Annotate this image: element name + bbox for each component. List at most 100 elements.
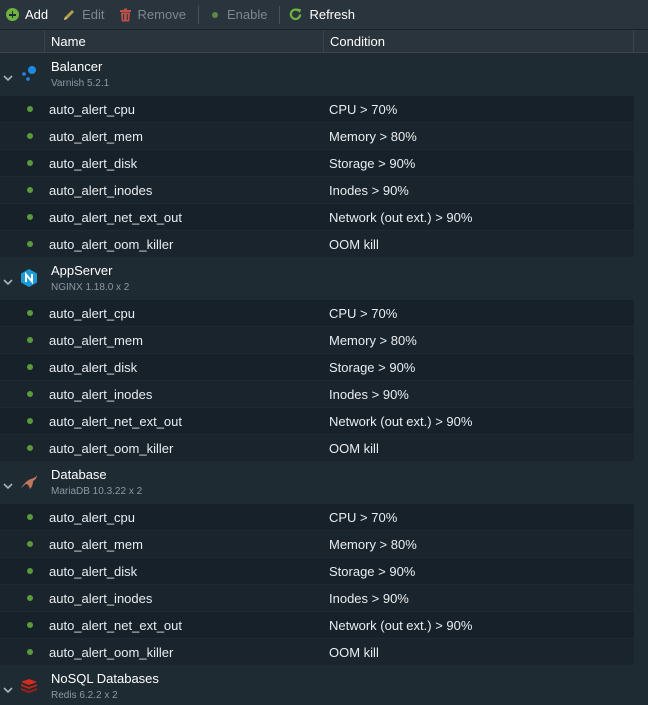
alert-name: auto_alert_inodes	[49, 183, 153, 198]
alert-condition: CPU > 70%	[329, 306, 398, 321]
status-dot-icon	[27, 595, 33, 601]
alert-condition: Storage > 90%	[329, 360, 416, 375]
alert-condition: Inodes > 90%	[329, 387, 409, 402]
alert-condition: Network (out ext.) > 90%	[329, 618, 473, 633]
alert-name: auto_alert_cpu	[49, 510, 136, 525]
group-alerts: auto_alert_cpu CPU > 70% auto_alert_mem Mem…	[0, 96, 648, 258]
alert-condition: OOM kill	[329, 645, 379, 660]
table-row[interactable]: auto_alert_net_ext_out Network (out ext.)…	[0, 408, 634, 435]
alert-condition: Inodes > 90%	[329, 183, 409, 198]
column-header-name[interactable]: Name	[44, 30, 323, 53]
group-title: NoSQL Databases	[51, 671, 159, 686]
group-subtitle: NGINX 1.18.0 x 2	[51, 282, 130, 293]
table-row[interactable]: auto_alert_cpu CPU > 70%	[0, 504, 634, 531]
grid-header: Name Condition	[0, 30, 648, 53]
alert-name: auto_alert_net_ext_out	[49, 618, 182, 633]
trash-icon	[119, 8, 131, 21]
group-row-balancer[interactable]: Balancer Varnish 5.2.1	[0, 54, 648, 96]
table-row[interactable]: auto_alert_disk Storage > 90%	[0, 354, 634, 381]
edit-button[interactable]: Edit	[56, 0, 112, 30]
status-dot-icon	[27, 337, 33, 343]
status-dot-icon	[27, 622, 33, 628]
refresh-icon	[290, 8, 302, 21]
edit-label: Edit	[82, 7, 105, 22]
table-row[interactable]: auto_alert_inodes Inodes > 90%	[0, 381, 634, 408]
chevron-down-icon[interactable]	[3, 682, 13, 694]
alert-condition: Memory > 80%	[329, 129, 417, 144]
alerts-grid: Balancer Varnish 5.2.1 auto_alert_cpu CPU >…	[0, 54, 648, 705]
status-dot-icon	[27, 568, 33, 574]
status-dot-icon	[27, 391, 33, 397]
table-row[interactable]: auto_alert_inodes Inodes > 90%	[0, 177, 634, 204]
alert-name: auto_alert_disk	[49, 360, 138, 375]
refresh-button[interactable]: Refresh	[284, 0, 363, 30]
table-row[interactable]: auto_alert_oom_killer OOM kill	[0, 639, 634, 666]
toolbar-divider	[197, 5, 199, 24]
table-row[interactable]: auto_alert_mem Memory > 80%	[0, 531, 634, 558]
add-icon	[6, 8, 19, 21]
status-dot-icon	[27, 541, 33, 547]
alert-name: auto_alert_inodes	[49, 387, 153, 402]
group-row-appserver[interactable]: AppServer NGINX 1.18.0 x 2	[0, 258, 648, 300]
enable-button[interactable]: Enable	[203, 0, 275, 30]
alert-name: auto_alert_mem	[49, 129, 143, 144]
table-row[interactable]: auto_alert_disk Storage > 90%	[0, 558, 634, 585]
status-dot-icon	[27, 514, 33, 520]
table-row[interactable]: auto_alert_oom_killer OOM kill	[0, 231, 634, 258]
enable-label: Enable	[226, 7, 268, 22]
chevron-down-icon[interactable]	[3, 478, 13, 490]
refresh-label: Refresh	[309, 7, 355, 22]
alert-condition: Memory > 80%	[329, 537, 417, 552]
table-row[interactable]: auto_alert_cpu CPU > 70%	[0, 300, 634, 327]
alert-condition: Inodes > 90%	[329, 591, 409, 606]
add-button[interactable]: Add	[0, 0, 56, 30]
status-dot-icon	[27, 310, 33, 316]
chevron-down-icon[interactable]	[3, 274, 13, 286]
table-row[interactable]: auto_alert_oom_killer OOM kill	[0, 435, 634, 462]
alert-name: auto_alert_oom_killer	[49, 237, 174, 252]
alert-condition: OOM kill	[329, 441, 379, 456]
table-row[interactable]: auto_alert_net_ext_out Network (out ext.)…	[0, 612, 634, 639]
alert-condition: CPU > 70%	[329, 510, 398, 525]
table-row[interactable]: auto_alert_net_ext_out Network (out ext.)…	[0, 204, 634, 231]
table-row[interactable]: auto_alert_mem Memory > 80%	[0, 123, 634, 150]
table-row[interactable]: auto_alert_inodes Inodes > 90%	[0, 585, 634, 612]
alert-condition: Storage > 90%	[329, 156, 416, 171]
redis-icon	[19, 676, 39, 696]
column-header-condition[interactable]: Condition	[323, 30, 634, 53]
alert-condition: OOM kill	[329, 237, 379, 252]
group-title: Database	[51, 467, 107, 482]
alert-name: auto_alert_net_ext_out	[49, 210, 182, 225]
toolbar-divider	[279, 5, 281, 24]
add-label: Add	[25, 7, 49, 22]
alert-name: auto_alert_disk	[49, 156, 138, 171]
status-dot-icon	[27, 649, 33, 655]
alert-name: auto_alert_cpu	[49, 306, 136, 321]
group-row-nosql-databases[interactable]: NoSQL Databases Redis 6.2.2 x 2	[0, 666, 648, 705]
table-row[interactable]: auto_alert_mem Memory > 80%	[0, 327, 634, 354]
group-alerts: auto_alert_cpu CPU > 70% auto_alert_mem Mem…	[0, 504, 648, 666]
status-dot-icon	[27, 418, 33, 424]
alert-name: auto_alert_cpu	[49, 102, 136, 117]
alert-condition: Storage > 90%	[329, 564, 416, 579]
alert-condition: Network (out ext.) > 90%	[329, 414, 473, 429]
status-dot-icon	[27, 241, 33, 247]
remove-label: Remove	[137, 7, 186, 22]
table-row[interactable]: auto_alert_cpu CPU > 70%	[0, 96, 634, 123]
remove-button[interactable]: Remove	[113, 0, 194, 30]
alert-name: auto_alert_mem	[49, 333, 143, 348]
toolbar: Add Edit Remove Enable Refresh	[0, 0, 648, 30]
alert-condition: Memory > 80%	[329, 333, 417, 348]
group-subtitle: MariaDB 10.3.22 x 2	[51, 486, 143, 497]
group-subtitle: Varnish 5.2.1	[51, 78, 110, 89]
pencil-icon	[64, 9, 75, 20]
group-subtitle: Redis 6.2.2 x 2	[51, 690, 118, 701]
alert-name: auto_alert_oom_killer	[49, 441, 174, 456]
table-row[interactable]: auto_alert_disk Storage > 90%	[0, 150, 634, 177]
mariadb-icon	[19, 472, 39, 492]
status-dot-icon	[27, 445, 33, 451]
group-row-database[interactable]: Database MariaDB 10.3.22 x 2	[0, 462, 648, 504]
nginx-icon	[19, 268, 39, 288]
alert-condition: Network (out ext.) > 90%	[329, 210, 473, 225]
chevron-down-icon[interactable]	[3, 70, 13, 82]
